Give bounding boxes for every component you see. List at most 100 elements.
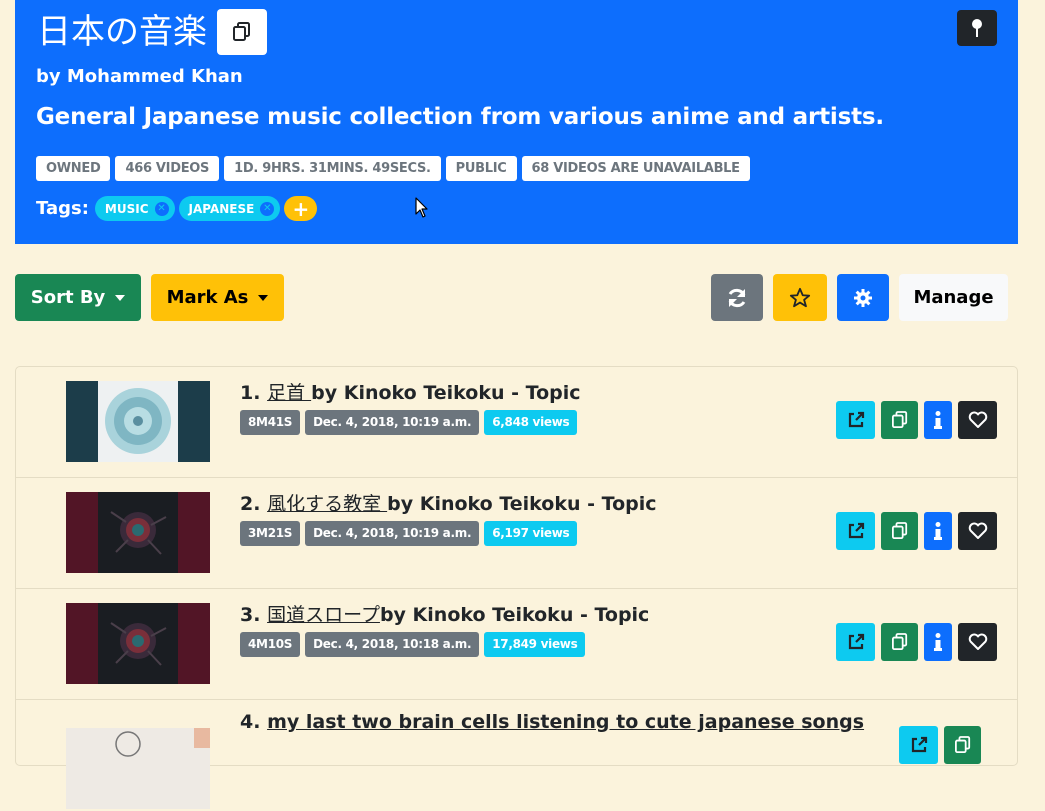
open-video-button[interactable]	[836, 401, 875, 439]
heart-icon	[968, 522, 987, 539]
tags-label: Tags:	[36, 198, 89, 219]
video-link[interactable]: my last two brain cells listening to cut…	[267, 711, 864, 733]
video-info-button[interactable]	[924, 512, 952, 550]
video-row: 4. my last two brain cells listening to …	[16, 700, 1017, 811]
badge-unavailable: 68 VIDEOS ARE UNAVAILABLE	[521, 156, 750, 181]
video-channel: by Kinoko Teikoku - Topic	[387, 493, 657, 515]
copy-link-button[interactable]	[881, 512, 918, 550]
favorite-video-button[interactable]	[958, 623, 997, 661]
info-icon	[934, 633, 942, 651]
video-number: 3.	[240, 604, 261, 626]
video-actions	[836, 512, 997, 550]
copy-link-button[interactable]	[944, 726, 981, 764]
video-title: 1. 足首 by Kinoko Teikoku - Topic	[240, 378, 581, 405]
video-link[interactable]: 国道スロープ	[267, 604, 380, 626]
video-thumbnail[interactable]	[66, 381, 210, 462]
external-link-icon	[848, 411, 864, 428]
info-icon	[934, 522, 942, 540]
video-actions	[899, 726, 981, 764]
title-row: 日本の音楽	[37, 9, 267, 55]
thumbnail-image	[98, 603, 178, 684]
copy-icon	[891, 411, 907, 428]
badge-duration: 1D. 9HRS. 31MINS. 49SECS.	[224, 156, 441, 181]
heart-icon	[968, 411, 987, 428]
tag-music[interactable]: MUSIC ✕	[94, 196, 175, 221]
video-number: 1.	[240, 382, 261, 404]
playlist-badges: OWNED 466 VIDEOS 1D. 9HRS. 31MINS. 49SEC…	[36, 156, 750, 181]
mouse-cursor-icon	[415, 197, 428, 218]
mark-as-button[interactable]: Mark As	[151, 274, 284, 321]
remove-tag-icon[interactable]: ✕	[260, 201, 275, 216]
pin-icon	[972, 19, 982, 37]
video-meta: 3M21S Dec. 4, 2018, 10:19 a.m. 6,197 vie…	[240, 521, 578, 546]
thumbnail-image	[66, 728, 210, 809]
star-icon	[789, 287, 811, 307]
tag-label: JAPANESE	[188, 201, 255, 216]
gear-icon	[854, 288, 872, 307]
video-channel: by Kinoko Teikoku - Topic	[311, 382, 581, 404]
badge-video-count: 466 VIDEOS	[115, 156, 220, 181]
duration-badge: 8M41S	[240, 410, 301, 435]
add-tag-button[interactable]: +	[284, 196, 318, 221]
tag-japanese[interactable]: JAPANESE ✕	[178, 196, 281, 221]
playlist-description: General Japanese music collection from v…	[36, 104, 884, 130]
video-channel: by Kinoko Teikoku - Topic	[379, 604, 650, 626]
video-actions	[836, 401, 997, 439]
video-actions	[836, 623, 997, 661]
video-title: 2. 風化する教室 by Kinoko Teikoku - Topic	[240, 489, 657, 516]
views-badge: 17,849 views	[484, 632, 586, 657]
video-row: 3. 国道スロープby Kinoko Teikoku - Topic 4M10S…	[16, 589, 1017, 700]
date-badge: Dec. 4, 2018, 10:19 a.m.	[305, 410, 480, 435]
playlist-title: 日本の音楽	[37, 12, 207, 52]
open-video-button[interactable]	[836, 512, 875, 550]
copy-link-button[interactable]	[881, 401, 918, 439]
heart-icon	[968, 633, 987, 650]
info-icon	[934, 411, 942, 429]
video-row: 1. 足首 by Kinoko Teikoku - Topic 8M41S De…	[16, 367, 1017, 478]
settings-button[interactable]	[837, 274, 889, 321]
video-link[interactable]: 風化する教室	[267, 493, 387, 515]
pin-button[interactable]	[957, 10, 997, 46]
copy-icon	[954, 736, 970, 753]
copy-icon	[233, 22, 250, 41]
video-info-button[interactable]	[924, 623, 952, 661]
open-video-button[interactable]	[836, 623, 875, 661]
tags-row: Tags: MUSIC ✕ JAPANESE ✕ +	[36, 196, 318, 221]
date-badge: Dec. 4, 2018, 10:19 a.m.	[305, 521, 480, 546]
manage-button[interactable]: Manage	[899, 274, 1008, 321]
duration-badge: 3M21S	[240, 521, 301, 546]
external-link-icon	[848, 633, 864, 650]
video-info-button[interactable]	[924, 401, 952, 439]
copy-title-button[interactable]	[217, 9, 267, 55]
remove-tag-icon[interactable]: ✕	[154, 201, 169, 216]
favorite-video-button[interactable]	[958, 512, 997, 550]
video-row: 2. 風化する教室 by Kinoko Teikoku - Topic 3M21…	[16, 478, 1017, 589]
video-number: 4.	[240, 711, 261, 733]
badge-visibility: PUBLIC	[445, 156, 517, 181]
sort-by-button[interactable]: Sort By	[15, 274, 141, 321]
refresh-icon	[728, 288, 746, 307]
favorite-video-button[interactable]	[958, 401, 997, 439]
thumbnail-image	[98, 492, 178, 573]
mark-as-label: Mark As	[166, 287, 249, 308]
refresh-button[interactable]	[711, 274, 763, 321]
thumbnail-image	[98, 381, 178, 462]
video-number: 2.	[240, 493, 261, 515]
badge-owned: OWNED	[36, 156, 111, 181]
video-thumbnail[interactable]	[66, 603, 210, 684]
video-meta: 8M41S Dec. 4, 2018, 10:19 a.m. 6,848 vie…	[240, 410, 578, 435]
video-link[interactable]: 足首	[267, 382, 311, 404]
date-badge: Dec. 4, 2018, 10:18 a.m.	[305, 632, 480, 657]
video-meta: 4M10S Dec. 4, 2018, 10:18 a.m. 17,849 vi…	[240, 632, 586, 657]
open-video-button[interactable]	[899, 726, 938, 764]
views-badge: 6,848 views	[484, 410, 578, 435]
caret-down-icon	[115, 294, 126, 301]
video-list: 1. 足首 by Kinoko Teikoku - Topic 8M41S De…	[15, 366, 1018, 809]
tag-label: MUSIC	[104, 201, 149, 216]
copy-link-button[interactable]	[881, 623, 918, 661]
video-title: 4. my last two brain cells listening to …	[240, 711, 864, 733]
sort-by-label: Sort By	[30, 287, 106, 308]
video-thumbnail[interactable]	[66, 492, 210, 573]
video-thumbnail[interactable]	[66, 728, 210, 809]
favorite-playlist-button[interactable]	[773, 274, 827, 321]
